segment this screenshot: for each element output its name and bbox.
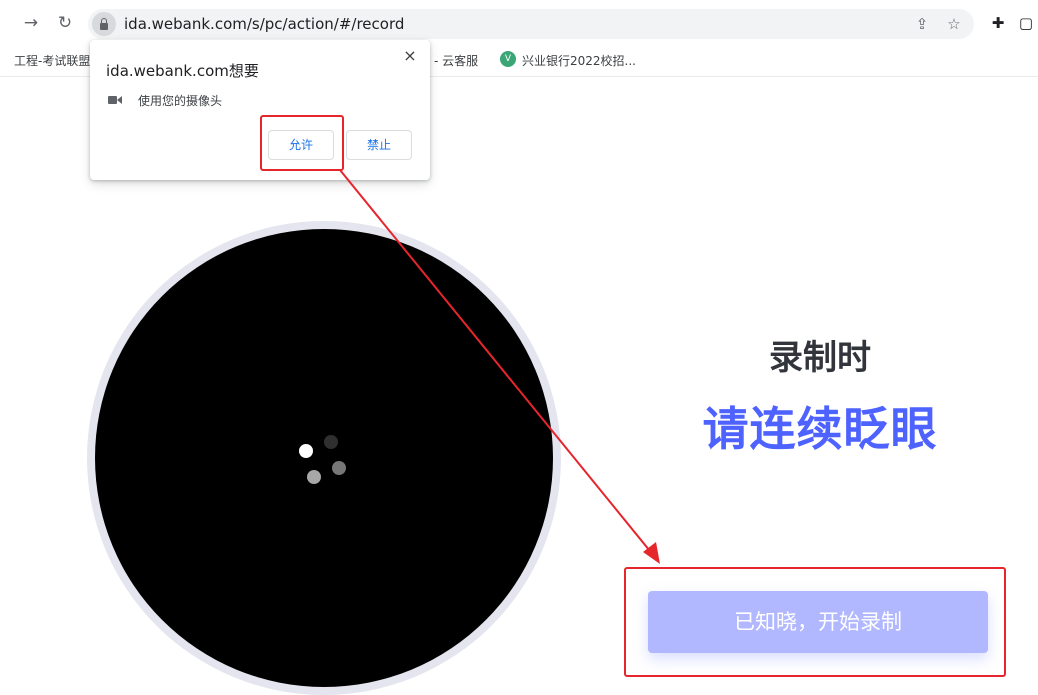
- annotation-highlight-allow: [260, 115, 344, 171]
- annotation-highlight-start: [624, 567, 1006, 677]
